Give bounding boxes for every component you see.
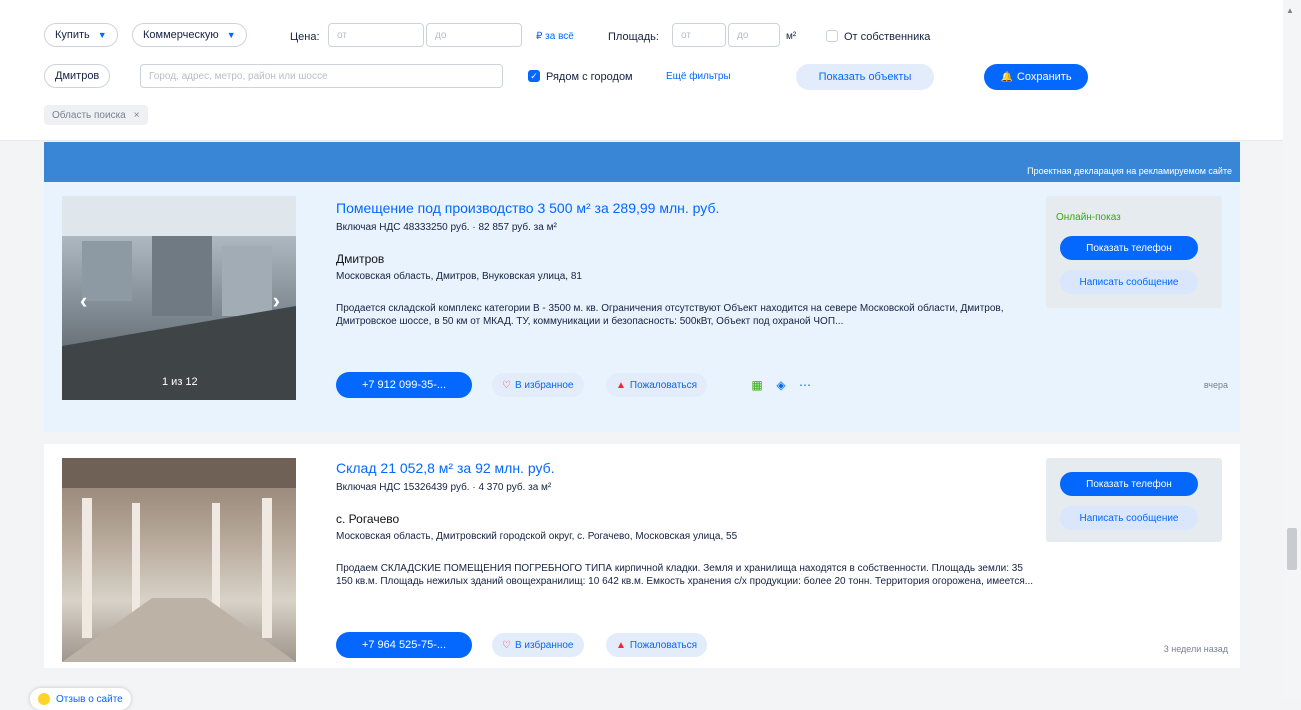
bell-icon: 🔔 [1000,71,1013,83]
next-photo-icon[interactable]: › [273,288,280,314]
contact-panel: Показать телефон Написать сообщение [1046,458,1222,542]
banner-text[interactable]: Проектная декларация на рекламируемом са… [1027,166,1232,176]
listing-address[interactable]: Московская область, Дмитров, Внуковская … [336,271,582,282]
listing-address[interactable]: Московская область, Дмитровский городско… [336,531,737,542]
price-from-input[interactable]: от [328,23,424,47]
listing-card[interactable]: ‹ › 1 из 12 Помещение под производство 3… [44,182,1240,432]
owner-checkbox[interactable] [826,30,838,42]
show-objects-button[interactable]: Показать объекты [796,64,934,90]
scrollbar[interactable] [1283,0,1301,700]
area-to-input[interactable]: до [728,23,780,47]
complain-label: Пожаловаться [629,379,698,391]
listing-location[interactable]: Дмитров [336,252,384,266]
save-search-button[interactable]: 🔔 Сохранить [984,64,1088,90]
favorite-label: В избранное [514,379,574,391]
listing-description: Продается складской комплекс категории В… [336,303,1004,327]
listing-location[interactable]: с. Рогачево [336,512,399,526]
warehouse-photo [62,458,296,662]
heart-icon: ♡ [502,379,511,391]
listing-title[interactable]: Помещение под производство 3 500 м² за 2… [336,200,719,216]
contact-panel: Онлайн-показ Показать телефон Написать с… [1046,196,1222,308]
listing-card[interactable]: Склад 21 052,8 м² за 92 млн. руб. Включа… [44,444,1240,668]
listing-photo[interactable]: ‹ › 1 из 12 [62,196,296,400]
show-phone-button[interactable]: Показать телефон [1060,236,1198,260]
owner-label: От собственника [844,31,931,43]
favorite-button[interactable]: ♡ В избранное [492,633,584,657]
complain-button[interactable]: ▲ Пожаловаться [606,633,708,657]
city-value: Дмитров [55,70,100,82]
online-show-label: Онлайн-показ [1056,212,1121,223]
price-unit-toggle[interactable]: ₽ за всё [536,31,574,42]
prev-photo-icon[interactable]: ‹ [80,288,87,314]
complain-button[interactable]: ▲ Пожаловаться [606,373,708,397]
chevron-down-icon: ▼ [97,30,107,40]
smile-icon [38,693,50,705]
favorite-button[interactable]: ♡ В избранное [492,373,584,397]
price-to-input[interactable]: до [426,23,522,47]
property-type-value: Коммерческую [143,29,219,41]
photo-counter: 1 из 12 [162,376,198,388]
scroll-up-icon[interactable]: ▲ [1286,6,1294,15]
chip-label: Область поиска [52,109,126,121]
phone-button[interactable]: +7 912 099-35-... [336,372,472,398]
area-unit: м² [786,31,797,42]
feedback-widget[interactable]: Отзыв о сайте [30,688,131,710]
warehouse-photo [62,196,296,400]
heart-icon: ♡ [502,639,511,651]
favorite-label: В избранное [514,639,574,651]
city-select[interactable]: Дмитров [44,64,111,88]
area-label: Площадь: [608,31,659,43]
near-city-label: Рядом с городом [546,71,633,83]
area-from-input[interactable]: от [672,23,726,47]
near-city-checkbox[interactable]: ✓ [528,70,540,82]
listing-photo[interactable] [62,458,296,662]
more-filters-link[interactable]: Ещё фильтры [666,71,731,82]
listing-vat: Включая НДС 48333250 руб. · 82 857 руб. … [336,222,557,233]
promo-banner[interactable]: Проектная декларация на рекламируемом са… [44,142,1240,182]
scrollbar-thumb[interactable] [1287,528,1297,570]
price-label: Цена: [290,31,320,43]
warning-icon: ▲ [616,639,626,651]
listing-date: вчера [1203,380,1228,390]
tag-icon[interactable]: ◈ [772,376,790,394]
write-message-button[interactable]: Написать сообщение [1060,506,1198,530]
search-input[interactable]: Город, адрес, метро, район или шоссе [140,64,503,88]
feedback-label: Отзыв о сайте [56,693,123,705]
listing-vat: Включая НДС 15326439 руб. · 4 370 руб. з… [336,482,552,493]
listing-date: 3 недели назад [1163,644,1228,654]
warning-icon: ▲ [616,379,626,391]
filters-panel: Купить ▼ Коммерческую ▼ Цена: от до ₽ за… [0,0,1283,141]
deal-type-select[interactable]: Купить ▼ [44,23,118,47]
document-icon[interactable]: ▦ [748,376,766,394]
listing-description: Продаем СКЛАДСКИЕ ПОМЕЩЕНИЯ ПОГРЕБНОГО Т… [336,563,1034,587]
deal-type-value: Купить [55,29,90,41]
show-phone-button[interactable]: Показать телефон [1060,472,1198,496]
chevron-down-icon: ▼ [226,30,236,40]
save-label: Сохранить [1016,71,1072,83]
complain-label: Пожаловаться [629,639,698,651]
more-icon[interactable]: ⋯ [796,376,814,394]
write-message-button[interactable]: Написать сообщение [1060,270,1198,294]
property-type-select[interactable]: Коммерческую ▼ [132,23,247,47]
phone-button[interactable]: +7 964 525-75-... [336,632,472,658]
close-icon[interactable]: × [134,110,140,121]
listing-title[interactable]: Склад 21 052,8 м² за 92 млн. руб. [336,460,555,476]
search-area-chip[interactable]: Область поиска × [44,105,148,125]
